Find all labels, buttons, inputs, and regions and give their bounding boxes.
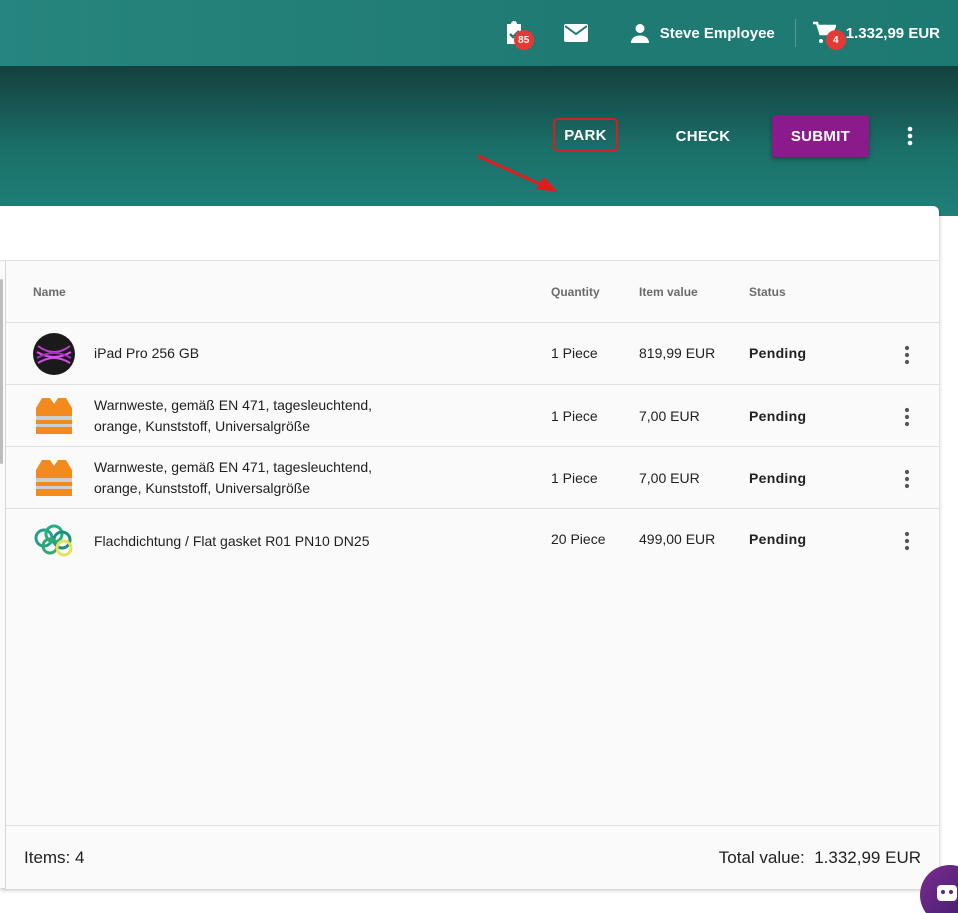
item-value: 7,00 EUR	[639, 470, 700, 486]
header-quantity[interactable]: Quantity	[551, 285, 600, 299]
total-value: Total value: 1.332,99 EUR	[718, 848, 921, 867]
header-item-value[interactable]: Item value	[639, 285, 698, 299]
mail-icon	[563, 21, 588, 45]
cart-button[interactable]: 4 1.332,99 EUR	[812, 0, 940, 66]
user-icon	[628, 21, 652, 45]
more-actions-button[interactable]	[896, 116, 924, 156]
messages-button[interactable]	[563, 0, 588, 66]
row-more-icon[interactable]	[902, 469, 912, 489]
submit-button[interactable]: SUBMIT	[772, 115, 869, 157]
item-value: 499,00 EUR	[639, 531, 716, 547]
cart-value: 1.332,99 EUR	[845, 24, 940, 42]
item-status: Pending	[749, 345, 807, 361]
scrollbar[interactable]	[0, 279, 3, 464]
top-app-bar: 85 Steve Employee 4 1.332,99 EUR	[0, 0, 958, 66]
user-menu[interactable]: Steve Employee	[628, 0, 775, 66]
item-name[interactable]: Warnweste, gemäß EN 471, tagesleuchtend,…	[94, 395, 394, 437]
gasket-thumb	[32, 518, 76, 562]
topbar-divider	[794, 19, 796, 47]
item-status: Pending	[749, 408, 807, 424]
header-status[interactable]: Status	[749, 285, 786, 299]
item-status: Pending	[749, 470, 807, 486]
row-more-icon[interactable]	[902, 345, 912, 365]
cart-badge: 4	[825, 30, 846, 50]
user-name: Steve Employee	[659, 24, 775, 42]
header-banner: PARK CHECK SUBMIT	[0, 66, 958, 216]
item-name[interactable]: Flachdichtung / Flat gasket R01 PN10 DN2…	[94, 531, 414, 552]
item-value: 7,00 EUR	[639, 408, 700, 424]
item-quantity: 1 Piece	[551, 345, 598, 361]
vest-thumb	[32, 394, 76, 438]
cart-table: Name Quantity Item value Status iPad Pro…	[0, 260, 939, 889]
more-vert-icon	[907, 126, 913, 146]
robot-icon	[937, 885, 957, 901]
item-name[interactable]: Warnweste, gemäß EN 471, tagesleuchtend,…	[94, 457, 394, 499]
tasks-badge: 85	[513, 30, 534, 50]
tasks-button[interactable]: 85	[502, 0, 534, 66]
table-row[interactable]: iPad Pro 256 GB 1 Piece 819,99 EUR Pendi…	[6, 323, 939, 385]
park-button[interactable]: PARK	[553, 118, 618, 152]
item-name[interactable]: iPad Pro 256 GB	[94, 343, 394, 364]
item-quantity: 1 Piece	[551, 408, 598, 424]
item-status: Pending	[749, 531, 807, 547]
table-header: Name Quantity Item value Status	[6, 261, 939, 323]
table-row[interactable]: Warnweste, gemäß EN 471, tagesleuchtend,…	[6, 385, 939, 447]
table-footer: Items: 4 Total value: 1.332,99 EUR	[6, 825, 939, 889]
header-name[interactable]: Name	[33, 285, 66, 299]
check-button[interactable]: CHECK	[663, 116, 743, 156]
row-more-icon[interactable]	[902, 407, 912, 427]
cart-card: Name Quantity Item value Status iPad Pro…	[0, 206, 939, 889]
vest-thumb	[32, 456, 76, 500]
item-quantity: 1 Piece	[551, 470, 598, 486]
items-count: Items: 4	[24, 848, 85, 867]
table-row[interactable]: Flachdichtung / Flat gasket R01 PN10 DN2…	[6, 509, 939, 571]
row-more-icon[interactable]	[902, 531, 912, 551]
ipad-thumb	[32, 332, 76, 376]
item-quantity: 20 Piece	[551, 531, 606, 547]
table-row[interactable]: Warnweste, gemäß EN 471, tagesleuchtend,…	[6, 447, 939, 509]
item-value: 819,99 EUR	[639, 345, 716, 361]
annotation-arrow	[477, 154, 558, 192]
